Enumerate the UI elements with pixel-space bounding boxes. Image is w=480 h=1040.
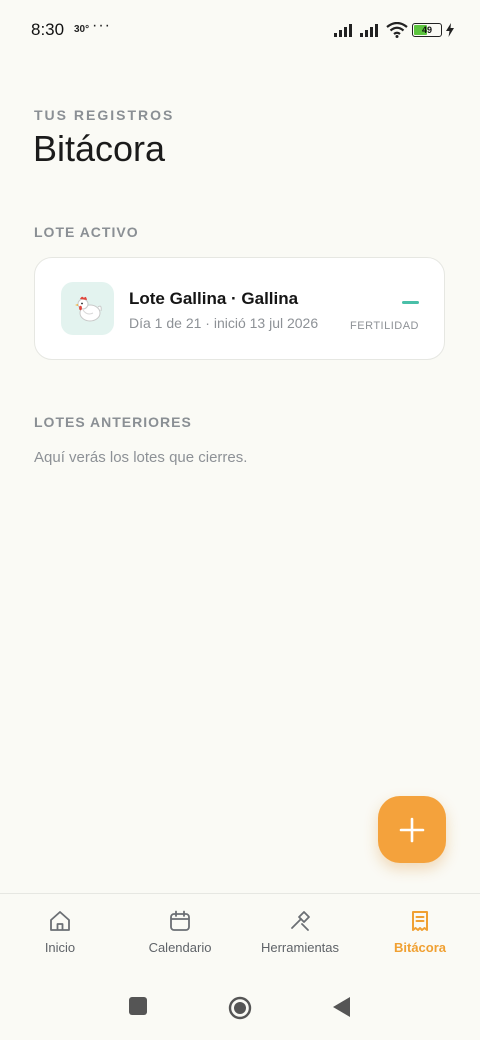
bottom-nav: Inicio Calendario Herramientas Bitácora <box>0 893 480 973</box>
nav-label-bitacora: Bitácora <box>393 940 447 955</box>
lot-tag: FERTILIDAD <box>350 320 419 332</box>
status-temperature: 30° <box>74 24 90 35</box>
receipt-icon <box>407 908 433 934</box>
back-button[interactable] <box>333 997 351 1017</box>
fertility-indicator <box>402 301 419 304</box>
recents-button[interactable] <box>129 997 147 1015</box>
home-button[interactable] <box>228 996 252 1020</box>
lot-subtitle: Día 1 de 21 · inició 13 jul 2026 <box>129 315 319 331</box>
battery-level: 49 <box>421 25 432 35</box>
signal-icon <box>334 24 352 37</box>
home-icon <box>47 908 73 934</box>
battery-icon: 49 <box>412 23 442 37</box>
system-nav-bar <box>0 975 480 1040</box>
nav-item-bitacora[interactable]: Bitácora <box>360 894 480 973</box>
nav-label-herramientas: Herramientas <box>260 940 340 955</box>
tools-icon <box>287 908 313 934</box>
hen-icon <box>61 282 114 335</box>
past-lots-empty-text: Aquí verás los lotes que cierres. <box>34 449 248 466</box>
lot-title: Lote Gallina · Gallina <box>129 289 299 308</box>
signal-icon <box>360 24 378 37</box>
charging-icon <box>446 23 454 37</box>
nav-label-inicio: Inicio <box>44 940 76 955</box>
page-eyebrow: TUS REGISTROS <box>34 107 175 123</box>
nav-item-calendario[interactable]: Calendario <box>120 894 240 973</box>
status-time: 8:30 <box>31 20 65 39</box>
plus-icon <box>399 817 425 842</box>
square-icon <box>129 997 147 1015</box>
calendar-icon <box>167 908 193 934</box>
active-lot-card[interactable]: Lote Gallina · Gallina Día 1 de 21 · ini… <box>34 257 445 360</box>
add-lot-button[interactable] <box>378 796 446 863</box>
status-more-icon: ··· <box>92 17 111 34</box>
nav-item-herramientas[interactable]: Herramientas <box>240 894 360 973</box>
page-title: Bitácora <box>33 128 166 169</box>
nav-label-calendario: Calendario <box>148 940 212 955</box>
wifi-icon <box>386 22 408 38</box>
past-lots-label: LOTES ANTERIORES <box>34 414 192 430</box>
back-triangle-icon <box>333 997 350 1017</box>
status-bar: 8:30 30° ··· 49 <box>0 0 480 60</box>
status-icons: 49 <box>334 20 454 40</box>
active-lot-label: LOTE ACTIVO <box>34 224 139 240</box>
nav-item-inicio[interactable]: Inicio <box>0 894 120 973</box>
circle-icon <box>228 996 252 1020</box>
